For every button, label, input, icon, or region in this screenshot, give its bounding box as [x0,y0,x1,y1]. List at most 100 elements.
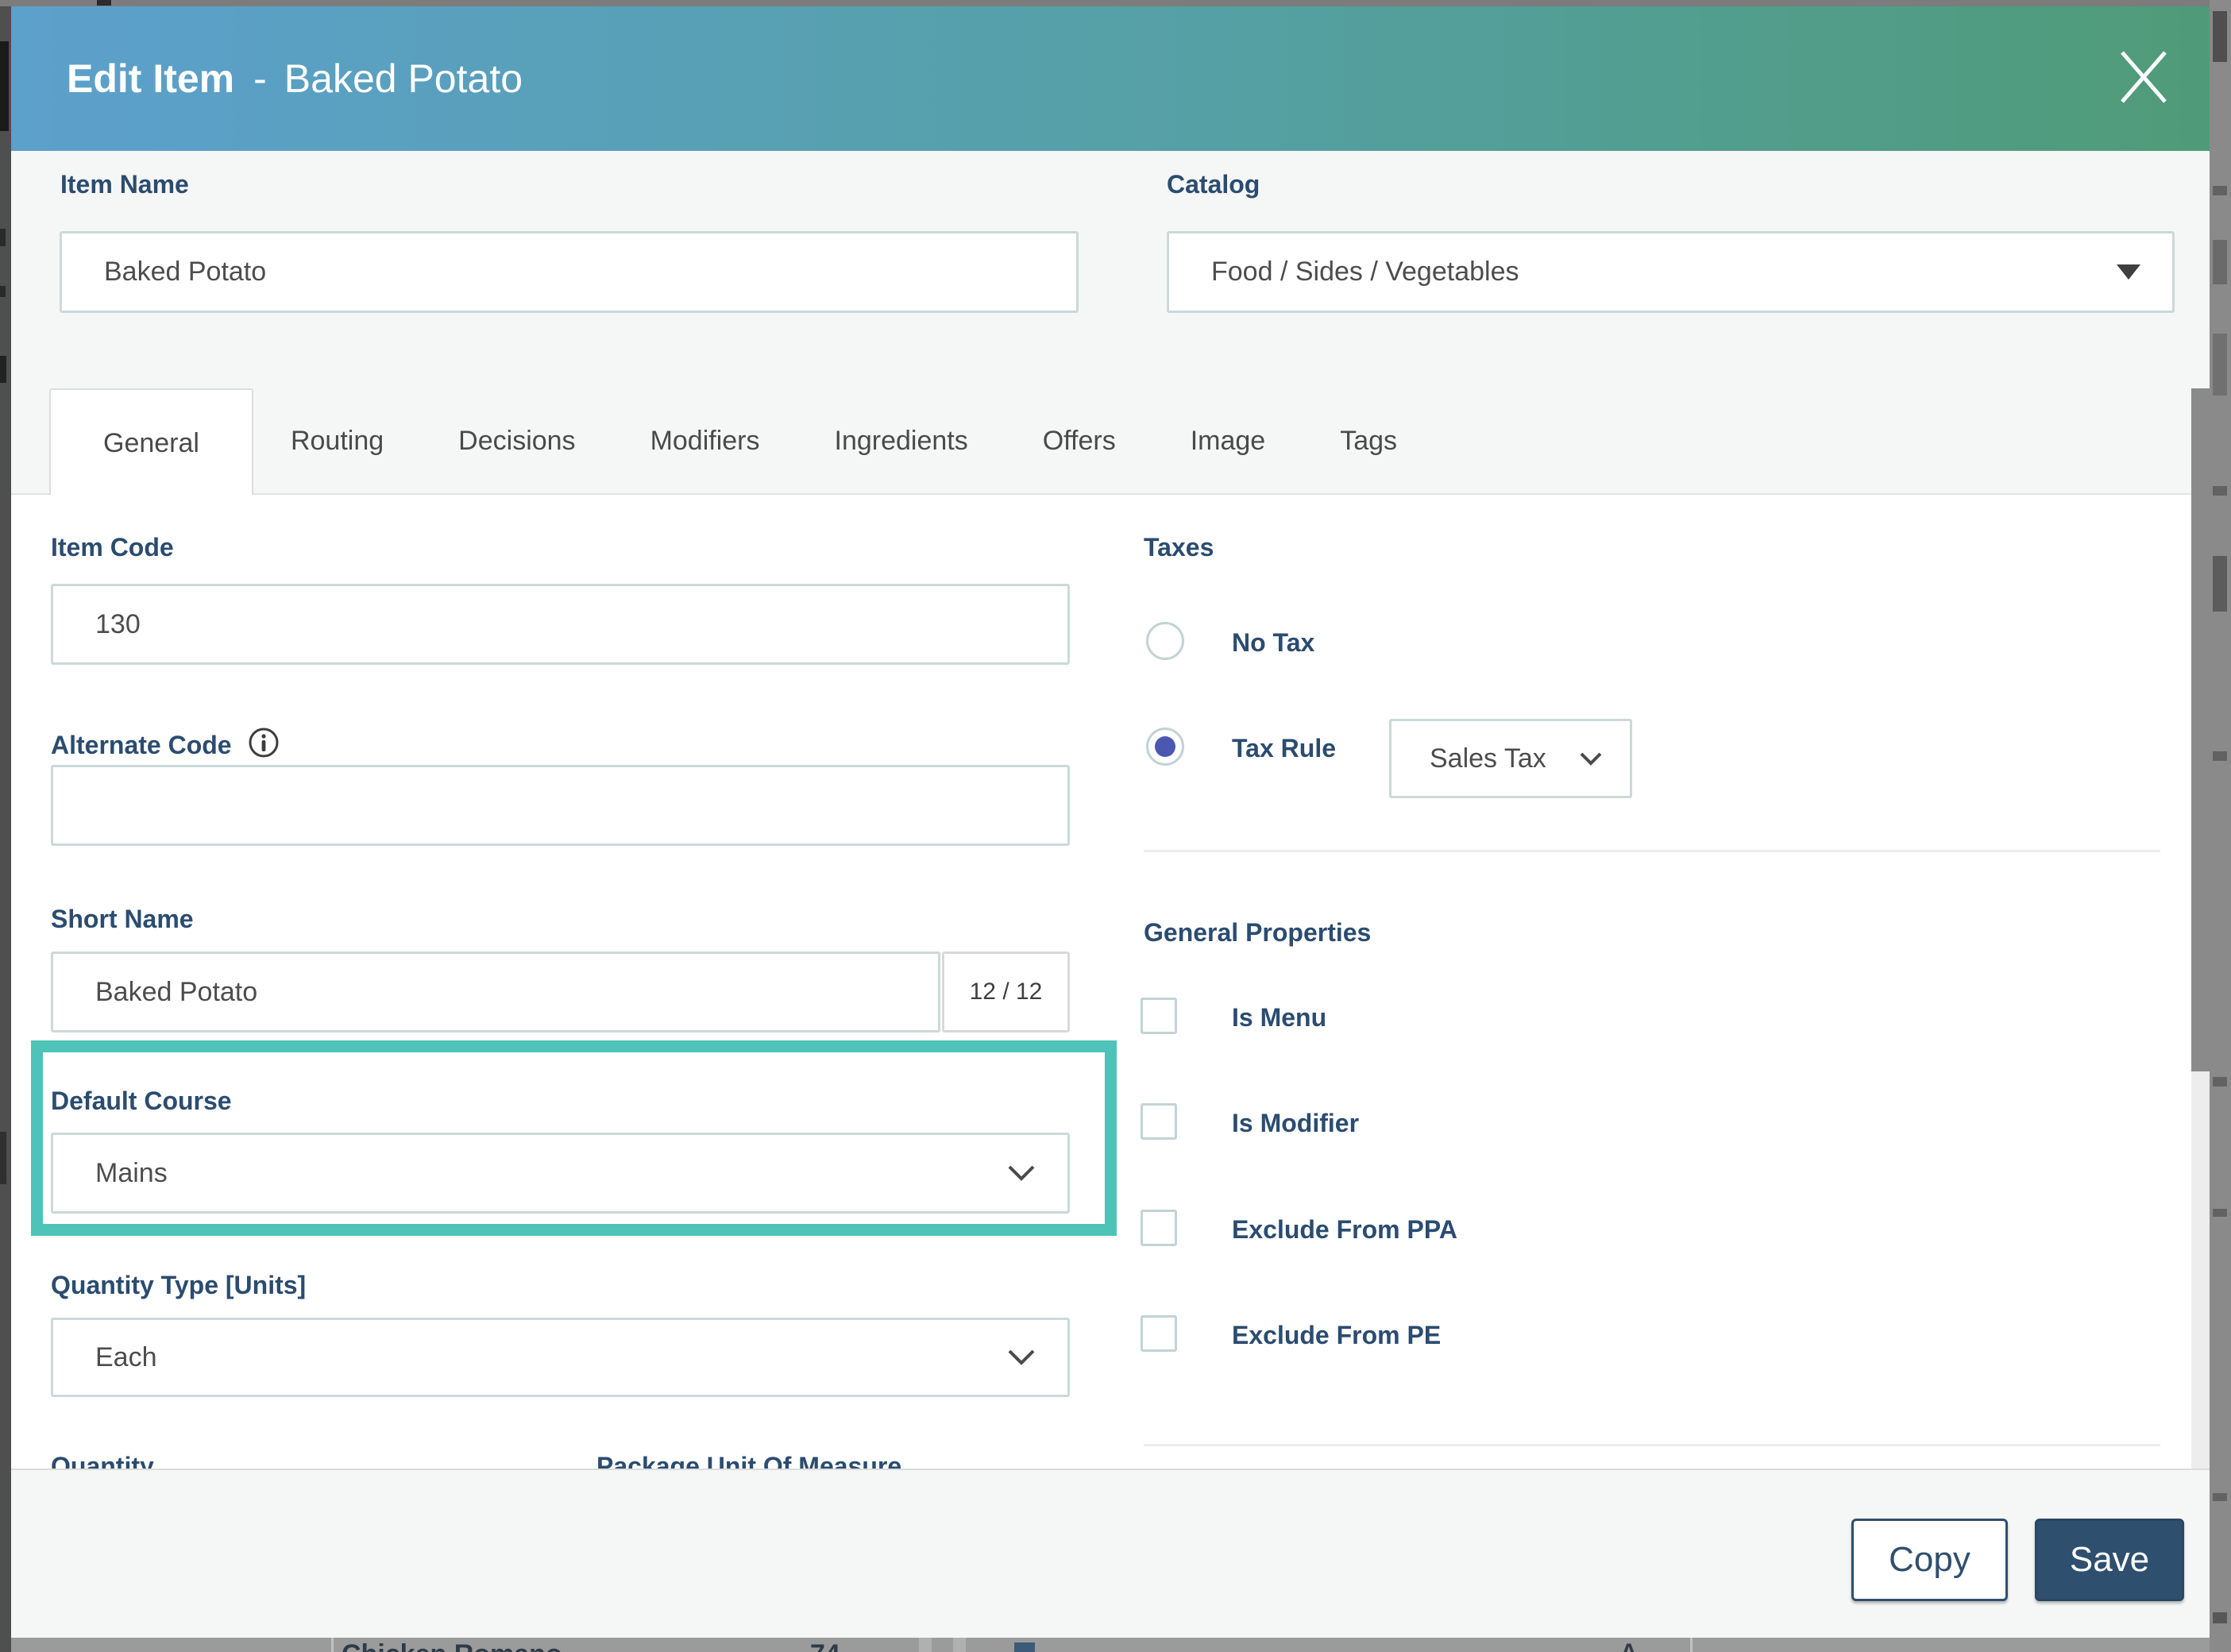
catalog-value: Food / Sides / Vegetables [1211,257,1519,288]
dimmed-background-table-row: Chicken Romano 74 A [11,1638,2210,1652]
dialog-title: Edit Item [67,56,234,102]
background-fragment [2213,556,2227,612]
exclude-from-ppa-label: Exclude From PPA [1232,1215,1457,1245]
short-name-input[interactable]: Baked Potato [51,951,940,1032]
section-divider [1144,1444,2160,1446]
column-divider [331,1638,334,1652]
chevron-down-icon [1007,1349,1036,1366]
item-code-input[interactable]: 130 [51,584,1070,665]
radio-selected-dot [1155,736,1175,757]
item-name-value: Baked Potato [104,257,266,288]
short-name-label: Short Name [51,905,194,934]
dialog-footer: Copy Save [11,1469,2210,1638]
dialog-title-separator: - [253,56,267,102]
package-uom-label: Package Unit Of Measure [596,1452,901,1469]
close-button[interactable] [2108,41,2179,113]
default-course-label: Default Course [51,1087,232,1116]
background-fragment [0,229,6,246]
background-fragment [2213,1493,2227,1501]
catalog-label: Catalog [1167,170,1260,199]
background-fragment [2213,486,2227,496]
chevron-down-icon [1007,1164,1036,1182]
background-fragment [0,41,9,131]
item-name-input[interactable]: Baked Potato [60,231,1079,313]
default-course-value: Mains [95,1158,168,1189]
short-name-char-counter: 12 / 12 [942,951,1070,1032]
is-menu-checkbox[interactable] [1141,998,1177,1034]
dialog-title-item-name: Baked Potato [284,56,523,102]
background-fragment [919,1638,932,1652]
background-fragment [953,1638,966,1652]
background-fragment [2213,240,2227,284]
general-properties-label: General Properties [1144,918,1371,948]
alternate-code-label-text: Alternate Code [51,731,232,759]
info-icon[interactable] [248,727,280,758]
dialog-top-section: Item Name Baked Potato Catalog Food / Si… [11,151,2210,388]
background-fragment [2213,1612,2227,1623]
background-color-swatch [1014,1642,1035,1652]
tab-tags[interactable]: Tags [1303,388,1434,493]
background-fragment [2213,1209,2227,1217]
exclude-from-pe-label: Exclude From PE [1232,1321,1441,1350]
taxes-label: Taxes [1144,533,1214,562]
background-fragment [2213,11,2227,62]
tab-modifiers[interactable]: Modifiers [613,388,797,493]
background-item-code: 74 [810,1639,840,1652]
background-item-name: Chicken Romano [342,1639,562,1652]
item-name-label: Item Name [60,170,189,199]
tab-image[interactable]: Image [1153,388,1303,493]
no-tax-radio[interactable] [1146,622,1184,660]
background-fragment [0,356,6,383]
quantity-type-value: Each [95,1342,157,1373]
item-code-value: 130 [95,609,141,640]
dimmed-background-top [0,0,2231,6]
alternate-code-label: Alternate Code [51,722,280,760]
tax-rule-value: Sales Tax [1430,743,1546,774]
close-icon [2116,48,2171,106]
exclude-from-ppa-checkbox[interactable] [1141,1210,1177,1246]
scrollbar-thumb[interactable] [2191,388,2210,1071]
background-fragment [97,0,111,6]
tab-routing[interactable]: Routing [253,388,421,493]
tax-rule-label: Tax Rule [1232,734,1336,763]
short-name-value: Baked Potato [95,977,257,1008]
caret-down-icon [2117,264,2140,280]
edit-item-dialog: Edit Item - Baked Potato Item Name Baked… [11,6,2210,1638]
quantity-type-label: Quantity Type [Units] [51,1271,306,1300]
dimmed-background-right [2210,0,2231,1652]
copy-button[interactable]: Copy [1851,1519,2008,1601]
background-fragment [0,1132,6,1184]
tab-decisions[interactable]: Decisions [421,388,612,493]
is-modifier-label: Is Modifier [1232,1109,1359,1138]
is-modifier-checkbox[interactable] [1141,1103,1177,1140]
tab-offers[interactable]: Offers [1005,388,1153,493]
background-fragment [2213,1077,2227,1087]
catalog-select[interactable]: Food / Sides / Vegetables [1167,231,2175,313]
quantity-label: Quantity [51,1452,154,1469]
background-fragment [2213,186,2227,195]
chevron-down-icon [1579,751,1603,766]
column-divider [1690,1638,1693,1652]
screen: Chicken Romano 74 A Edit Item - Baked Po… [0,0,2231,1652]
default-course-select[interactable]: Mains [51,1133,1070,1214]
tab-ingredients[interactable]: Ingredients [797,388,1005,493]
alternate-code-input[interactable] [51,765,1070,846]
background-fragment [2213,334,2227,396]
tab-general[interactable]: General [49,388,253,496]
tax-rule-radio[interactable] [1146,728,1184,766]
background-fragment [2213,751,2227,761]
background-sort-glyph: A [1620,1639,1638,1652]
dialog-header: Edit Item - Baked Potato [11,6,2210,151]
item-code-label: Item Code [51,533,174,562]
save-button[interactable]: Save [2035,1519,2184,1601]
exclude-from-pe-checkbox[interactable] [1141,1315,1177,1352]
section-divider [1144,850,2160,852]
general-tab-panel: Item Code 130 Alternate Code Short Name … [11,495,2210,1469]
dialog-tabs: General Routing Decisions Modifiers Ingr… [11,388,2210,495]
no-tax-label: No Tax [1232,628,1314,658]
is-menu-label: Is Menu [1232,1003,1326,1032]
background-fragment [0,286,6,297]
quantity-type-select[interactable]: Each [51,1318,1070,1397]
tax-rule-select[interactable]: Sales Tax [1389,719,1632,798]
dimmed-background-left [0,0,11,1652]
